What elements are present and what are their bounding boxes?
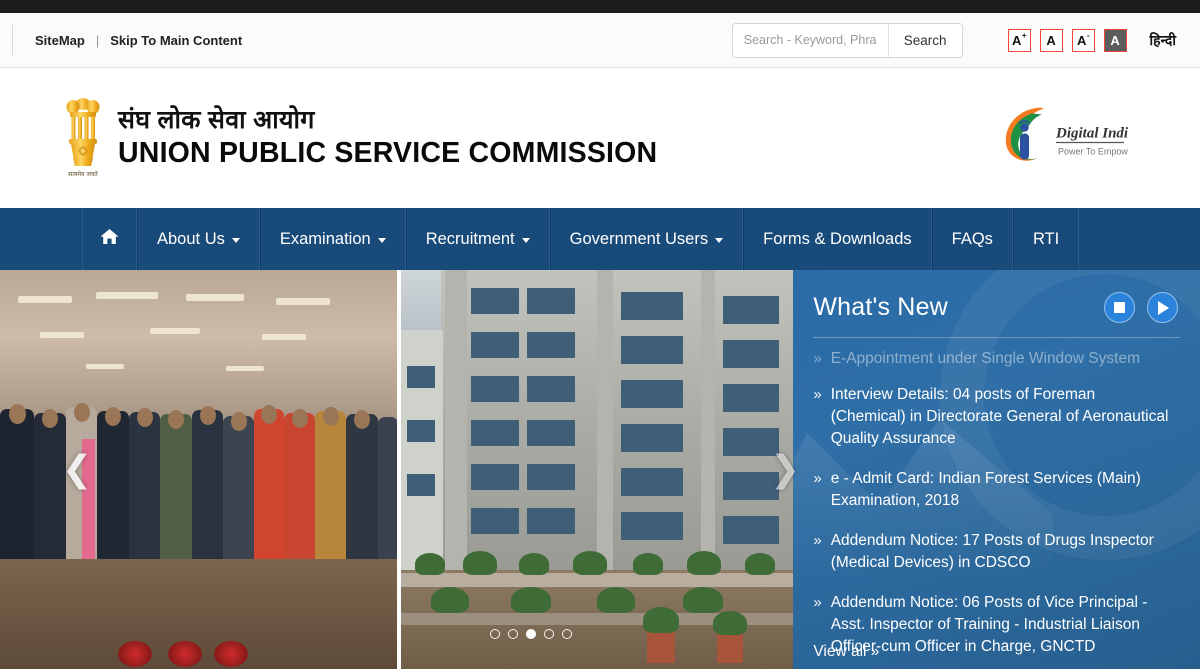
bullet-icon: » [813,532,822,549]
chevron-down-icon [231,237,240,243]
home-icon [100,228,119,250]
nav-label: FAQs [951,229,993,248]
whats-new-header: What's New [813,292,1184,323]
utility-separator: | [95,32,100,48]
brand-lockup[interactable]: सत्यमेव जयते संघ लोक सेवा आयोग UNION PUB… [0,92,657,184]
plus-icon: + [1021,31,1027,40]
chevron-down-icon [715,237,724,243]
search-button[interactable]: Search [887,23,962,57]
brand-titles: संघ लोक सेवा आयोग UNION PUBLIC SERVICE C… [118,106,657,169]
chevron-down-icon [521,237,530,243]
nav-item-examination[interactable]: Examination [259,208,406,270]
nav-label: Forms & Downloads [763,229,912,248]
nav-item-forms-and-downloads[interactable]: Forms & Downloads [743,208,932,270]
nav-label: Recruitment [425,229,515,248]
carousel-dot-4[interactable] [544,629,554,639]
nav-item-faqs[interactable]: FAQs [931,208,1013,270]
group-photo-image [0,270,397,669]
carousel-dot-1[interactable] [490,629,500,639]
nav-label: Government Users [569,229,709,248]
emblem-motto-text: सत्यमेव जयते [68,170,98,178]
nav-item-government-users[interactable]: Government Users [549,208,744,270]
nav-item-home[interactable] [82,208,137,270]
chevron-down-icon [377,237,386,243]
whats-new-item-text: Addendum Notice: 06 Posts of Vice Princi… [830,594,1148,655]
nav-label: RTI [1032,229,1060,248]
whats-new-item[interactable]: » Interview Details: 04 posts of Foreman… [813,384,1184,450]
main-navigation: About Us Examination Recruitment Governm… [0,208,1200,270]
browser-top-strip [0,0,1200,13]
high-contrast-button[interactable]: A [1103,28,1127,52]
nav-label: About Us [157,229,225,248]
font-normal-label: A [1046,32,1056,48]
view-all-link[interactable]: View all » [813,643,879,661]
whats-new-panel: What's New » E-Appointment under Single … [793,270,1200,669]
hindi-language-link[interactable]: हिन्दी [1150,31,1176,50]
search-box: Search [731,22,963,58]
utility-links: SiteMap | Skip To Main Content [12,25,242,55]
high-contrast-label: A [1110,32,1120,48]
brand-hindi-title: संघ लोक सेवा आयोग [118,106,315,135]
font-decrease-button[interactable]: A- [1071,28,1095,52]
bullet-icon: » [813,350,822,367]
ashoka-emblem-icon: सत्यमेव जयते [62,92,104,184]
carousel-slide-group-photo[interactable] [0,270,397,669]
search-input[interactable] [732,23,888,57]
brand-header: सत्यमेव जयते संघ लोक सेवा आयोग UNION PUB… [0,68,1200,208]
nav-item-recruitment[interactable]: Recruitment [405,208,550,270]
carousel-dot-3[interactable] [526,629,536,639]
font-increase-button[interactable]: A + [1007,28,1031,52]
bullet-icon: » [813,386,822,403]
whats-new-item[interactable]: » e - Admit Card: Indian Forest Services… [813,468,1184,512]
accessibility-controls: A + A A- A [1007,28,1127,52]
skip-to-main-content-link[interactable]: Skip To Main Content [110,33,242,48]
carousel-dot-5[interactable] [562,629,572,639]
font-normal-button[interactable]: A [1039,28,1063,52]
digital-india-logo[interactable]: Digital India Power To Empower [996,104,1136,173]
whats-new-item-text: E-Appointment under Single Window System [830,350,1140,367]
bullet-icon: » [813,470,822,487]
nav-item-rti[interactable]: RTI [1012,208,1080,270]
carousel-prev-button[interactable]: ❮ [62,451,92,488]
whats-new-title: What's New [813,293,948,321]
whats-new-item-text: Addendum Notice: 17 Posts of Drugs Inspe… [830,532,1154,571]
minus-icon: - [1086,31,1090,40]
whats-new-item-text: e - Admit Card: Indian Forest Services (… [830,470,1141,509]
carousel-dots [490,629,572,639]
whats-new-controls [1103,292,1184,323]
carousel-next-button[interactable]: ❯ [770,451,800,488]
play-icon[interactable] [1146,292,1178,323]
carousel-slide-upsc-building[interactable] [400,270,794,669]
digital-india-title-text: Digital India [1055,126,1128,142]
carousel-dot-2[interactable] [508,629,518,639]
whats-new-item[interactable]: » Addendum Notice: 17 Posts of Drugs Ins… [813,530,1184,574]
whats-new-list: » E-Appointment under Single Window Syst… [813,348,1184,658]
sitemap-link[interactable]: SiteMap [35,33,85,48]
whats-new-item[interactable]: » E-Appointment under Single Window Syst… [813,348,1184,370]
utility-bar: SiteMap | Skip To Main Content Search A+… [0,13,1200,68]
whats-new-divider [813,337,1180,338]
digital-india-tagline-text: Power To Empower [1058,147,1128,157]
nav-item-about-us[interactable]: About Us [137,208,260,270]
upsc-building-image [400,270,794,669]
font-increase-label: A [1012,32,1022,48]
utility-tools: Search A+ A A- A हिन्दी [731,22,1200,58]
brand-english-title: UNION PUBLIC SERVICE COMMISSION [118,137,658,170]
hero-section: ❮ ❯ What's New » E-Appointment under Sin… [0,270,1200,669]
nav-label: Examination [279,229,371,248]
font-decrease-label: A [1077,32,1087,48]
stop-icon[interactable] [1103,292,1135,323]
whats-new-item-text: Interview Details: 04 posts of Foreman (… [830,386,1169,447]
